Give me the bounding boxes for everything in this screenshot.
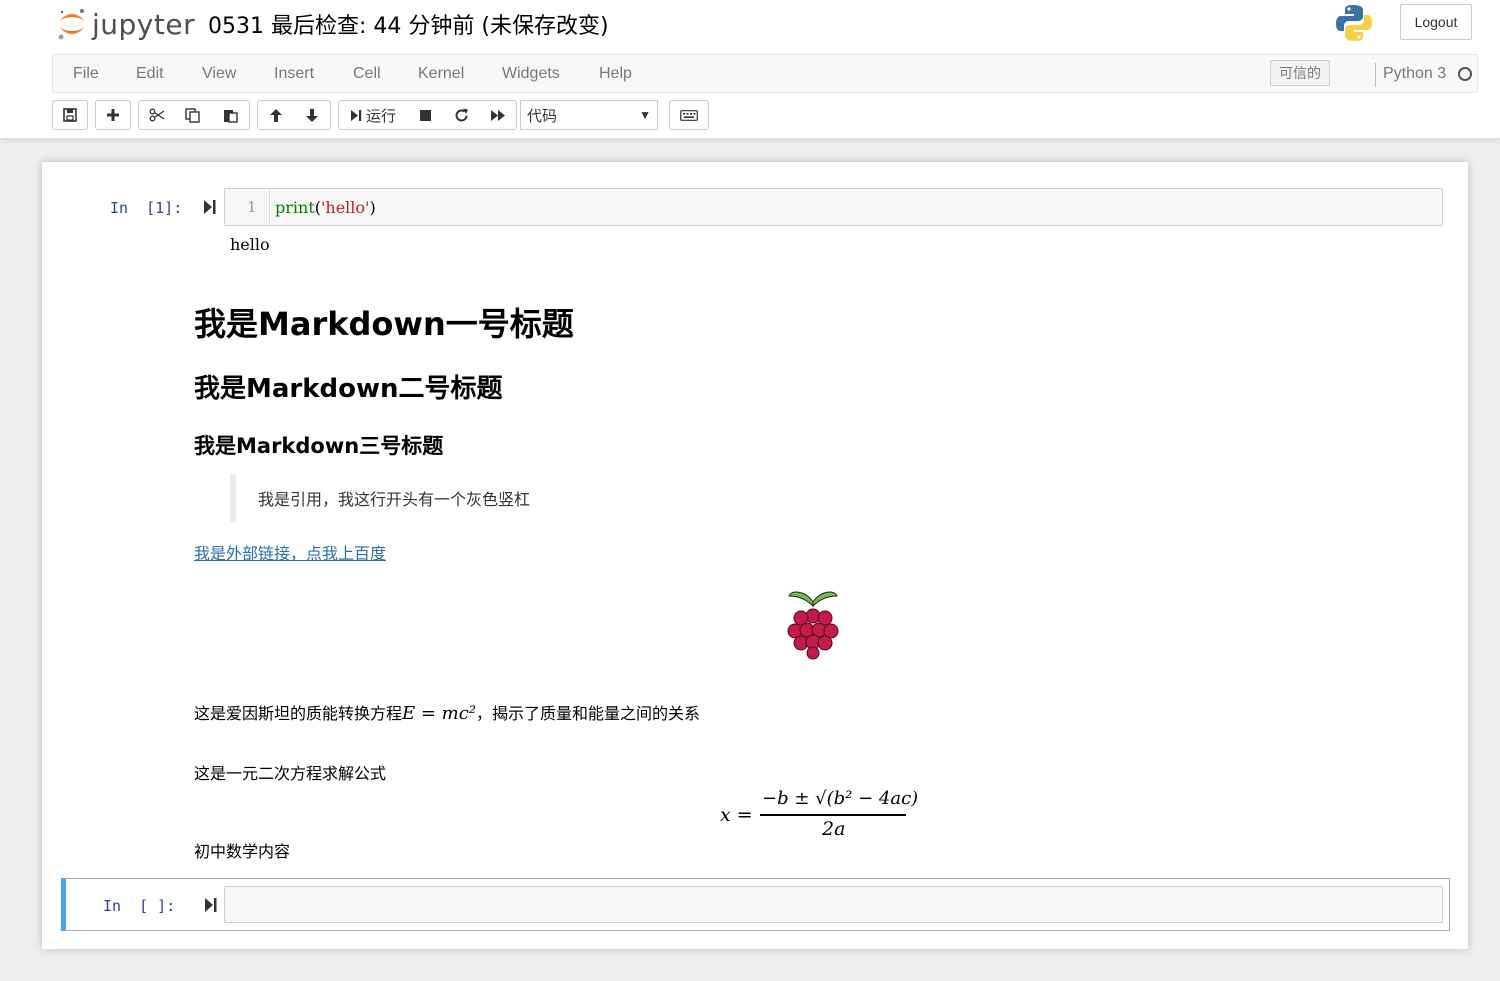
menu-edit[interactable]: Edit: [136, 65, 164, 83]
cell-prompt: In [1]:: [110, 199, 183, 217]
run-cell-icon[interactable]: [203, 199, 217, 215]
cell-prompt-empty: In [ ]:: [103, 897, 176, 915]
move-down-button[interactable]: [293, 100, 331, 130]
menu-cell[interactable]: Cell: [353, 65, 381, 83]
cell-output: hello: [230, 235, 270, 254]
einstein-text-before: 这是爱因斯坦的质能转换方程: [194, 704, 403, 723]
code-line: print('hello'): [275, 198, 376, 217]
restart-run-all-button[interactable]: [479, 100, 517, 130]
save-button[interactable]: [52, 100, 88, 130]
jupyter-logo-icon: [58, 9, 84, 40]
cut-button[interactable]: [138, 100, 175, 130]
raspberry-pi-logo: [787, 591, 839, 660]
restart-icon: [455, 108, 468, 121]
chevron-down-icon: ▼: [639, 108, 651, 122]
cell-type-select[interactable]: 代码 ▼: [520, 100, 658, 130]
trusted-badge[interactable]: 可信的: [1270, 60, 1330, 86]
python-logo-icon: [1336, 5, 1372, 41]
line-number: 1: [247, 198, 257, 216]
empty-code-input[interactable]: [224, 886, 1443, 923]
code-cell-input[interactable]: 1 print('hello'): [224, 188, 1443, 226]
run-icon: [350, 109, 362, 121]
selected-code-cell[interactable]: In [ ]:: [61, 878, 1450, 931]
menu-insert[interactable]: Insert: [274, 65, 314, 83]
run-label: 运行: [365, 107, 396, 125]
markdown-h2: 我是Markdown二号标题: [194, 374, 503, 404]
einstein-equation: E = mc²: [402, 703, 477, 724]
quadratic-formula: x = −b ± √(b² − 4ac) 2a: [718, 784, 918, 844]
paste-button[interactable]: [211, 100, 250, 130]
notebook-container: In [1]: 1 print('hello') hello 我是Markdow…: [42, 162, 1468, 949]
formula-numerator: −b ± √(b² − 4ac): [762, 788, 919, 809]
run-button[interactable]: 运行: [338, 100, 408, 130]
formula-lhs: x =: [720, 804, 753, 826]
menu-file[interactable]: File: [73, 65, 99, 83]
stop-icon: [419, 109, 431, 121]
menubar: File Edit View Insert Cell Kernel Widget…: [52, 54, 1478, 93]
run-cell-icon[interactable]: [204, 897, 218, 913]
blockquote-bar: [230, 474, 236, 522]
arrow-down-icon: [305, 108, 318, 122]
interrupt-button[interactable]: [407, 100, 444, 130]
plus-icon: [107, 109, 119, 121]
external-link[interactable]: 我是外部链接，点我上百度: [194, 540, 386, 564]
blockquote-text: 我是引用，我这行开头有一个灰色竖杠: [258, 490, 531, 509]
save-icon: [63, 108, 77, 122]
logout-button[interactable]: Logout: [1400, 4, 1472, 40]
cut-icon: [149, 108, 164, 122]
copy-button[interactable]: [174, 100, 212, 130]
kernel-separator: [1375, 63, 1376, 87]
markdown-h1: 我是Markdown一号标题: [194, 305, 574, 343]
header: jupyter 0531 最后检查: 44 分钟前 (未保存改变) Logout…: [0, 0, 1500, 139]
code-string: 'hello': [321, 198, 370, 217]
restart-button[interactable]: [443, 100, 480, 130]
kernel-name: Python 3: [1383, 65, 1447, 82]
menu-kernel[interactable]: Kernel: [418, 65, 464, 83]
footer-text: 初中数学内容: [194, 842, 291, 861]
notebook-title[interactable]: 0531 最后检查: 44 分钟前 (未保存改变): [208, 8, 609, 40]
command-palette-button[interactable]: [669, 100, 709, 130]
einstein-text-after: ，揭示了质量和能量之间的关系: [476, 704, 701, 723]
einstein-paragraph: 这是爱因斯坦的质能转换方程E = mc²，揭示了质量和能量之间的关系: [194, 700, 700, 724]
code-function: print: [275, 198, 315, 217]
cell-type-value: 代码: [527, 107, 558, 125]
fast-forward-icon: [490, 109, 505, 121]
menu-widgets[interactable]: Widgets: [502, 65, 560, 83]
move-up-button[interactable]: [257, 100, 294, 130]
paste-icon: [223, 109, 238, 123]
fraction-bar: [760, 814, 906, 816]
code-paren-close: ): [369, 198, 376, 217]
logo-text: jupyter: [92, 7, 196, 41]
jupyter-logo[interactable]: jupyter: [56, 4, 195, 44]
menu-help[interactable]: Help: [599, 65, 632, 83]
insert-cell-button[interactable]: [95, 100, 131, 130]
markdown-h3: 我是Markdown三号标题: [194, 434, 444, 458]
copy-icon: [185, 107, 200, 123]
menu-view[interactable]: View: [202, 65, 236, 83]
kernel-idle-indicator-icon: [1458, 67, 1472, 81]
keyboard-icon: [680, 109, 698, 121]
quadratic-intro: 这是一元二次方程求解公式: [194, 764, 387, 783]
formula-denominator: 2a: [822, 818, 846, 840]
arrow-up-icon: [269, 108, 282, 122]
